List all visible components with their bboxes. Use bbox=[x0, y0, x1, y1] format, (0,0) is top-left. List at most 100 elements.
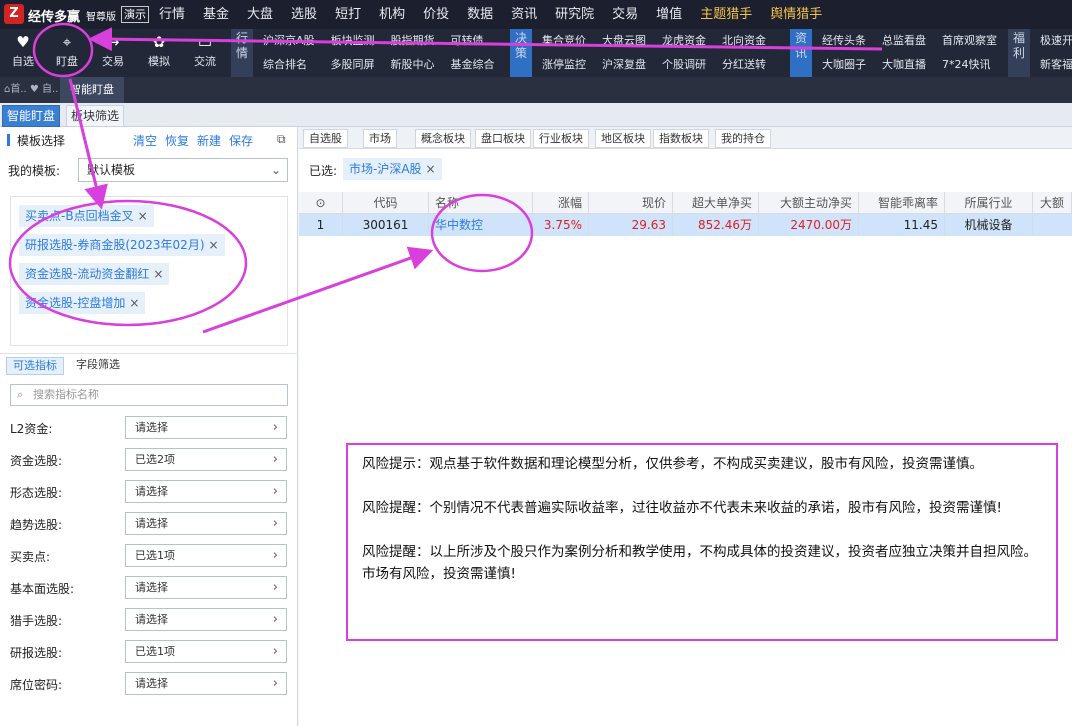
column-header-0[interactable]: ⊙ bbox=[299, 192, 343, 214]
indicator-tag[interactable]: 研报选股-券商金股(2023年02月) × bbox=[19, 234, 225, 256]
toolbar-link-1-4[interactable]: 龙虎资金 bbox=[654, 29, 714, 53]
close-icon[interactable]: × bbox=[153, 267, 163, 281]
menu-item-10[interactable]: 交易 bbox=[603, 0, 647, 29]
filter-select[interactable]: 已选2项 › bbox=[125, 448, 287, 471]
close-icon[interactable]: × bbox=[426, 162, 436, 176]
filter-select[interactable]: 请选择 › bbox=[125, 576, 287, 599]
menu-item-9[interactable]: 研究院 bbox=[546, 0, 603, 29]
category-tab-5[interactable]: 地区板块 bbox=[595, 129, 651, 148]
filter-select[interactable]: 已选1项 › bbox=[125, 640, 287, 663]
menu-item-0[interactable]: 行情 bbox=[150, 0, 194, 29]
column-header-4[interactable]: 现价 bbox=[589, 192, 673, 214]
category-tab-3[interactable]: 盘口板块 bbox=[475, 129, 531, 148]
close-icon[interactable]: × bbox=[129, 296, 139, 310]
menu-item-8[interactable]: 资讯 bbox=[502, 0, 546, 29]
indicator-tag[interactable]: 资金选股-控盘增加 × bbox=[19, 292, 146, 314]
toolbar-link-2-0[interactable]: 经传头条 bbox=[814, 29, 874, 53]
new-button[interactable]: 新建 bbox=[197, 134, 221, 148]
tab-sector-filter[interactable]: 板块筛选 bbox=[66, 105, 125, 127]
category-tab-7[interactable]: 我的持仓 bbox=[715, 129, 771, 148]
column-header-9[interactable]: 大额 bbox=[1033, 192, 1072, 214]
category-tab-4[interactable]: 行业板块 bbox=[533, 129, 589, 148]
chart-icon: ⌖ bbox=[62, 33, 72, 51]
indicator-tag[interactable]: 买卖点-B点回档金叉 × bbox=[19, 205, 154, 227]
toolbar-link-1-7[interactable]: 分红送转 bbox=[714, 53, 774, 77]
menu-item-13[interactable]: 舆情猎手 bbox=[761, 0, 831, 29]
column-header-8[interactable]: 所属行业 bbox=[945, 192, 1033, 214]
toolbar-button-2[interactable]: ↔ 交易 bbox=[94, 31, 132, 69]
category-tab-2[interactable]: 概念板块 bbox=[415, 129, 471, 148]
menu-item-12[interactable]: 主题猎手 bbox=[691, 0, 761, 29]
filter-row: 席位密码: 请选择 › bbox=[0, 672, 298, 696]
indicator-tag[interactable]: 资金选股-流动资金翻红 × bbox=[19, 263, 170, 285]
my-template-select[interactable]: 默认模板 ⌄ bbox=[78, 158, 288, 182]
filter-select[interactable]: 请选择 › bbox=[125, 416, 287, 439]
tab-available-indicators[interactable]: 可选指标 bbox=[6, 357, 64, 375]
toolbar-link-0-6[interactable]: 可转债 bbox=[443, 29, 503, 53]
tab-field-filter[interactable]: 字段筛选 bbox=[70, 357, 126, 375]
menu-item-2[interactable]: 大盘 bbox=[238, 0, 282, 29]
menu-item-3[interactable]: 选股 bbox=[282, 0, 326, 29]
toolbar-link-1-0[interactable]: 集合竞价 bbox=[534, 29, 594, 53]
toolbar-link-2-1[interactable]: 大咖圈子 bbox=[814, 53, 874, 77]
category-tab-6[interactable]: 指数板块 bbox=[653, 129, 709, 148]
toolbar-button-1[interactable]: ⌖ 盯盘 bbox=[48, 31, 86, 69]
column-header-1[interactable]: 代码 bbox=[343, 192, 429, 214]
menu-item-4[interactable]: 短打 bbox=[326, 0, 370, 29]
toolbar-link-2-5[interactable]: 7*24快讯 bbox=[934, 53, 1005, 77]
toolbar-link-1-3[interactable]: 沪深复盘 bbox=[594, 53, 654, 77]
menu-item-5[interactable]: 机构 bbox=[370, 0, 414, 29]
menu-item-7[interactable]: 数据 bbox=[458, 0, 502, 29]
tag-text: 资金选股-流动资金翻红 bbox=[25, 267, 150, 281]
category-tab-0[interactable]: 自选股 bbox=[303, 129, 348, 148]
toolbar-button-4[interactable]: ▭ 交流 bbox=[186, 31, 224, 69]
toolbar-button-0[interactable]: ♥ 自选 bbox=[4, 31, 42, 69]
clear-button[interactable]: 清空 bbox=[133, 134, 157, 148]
tab-smart-watch[interactable]: 智能盯盘 bbox=[2, 105, 61, 127]
filter-select[interactable]: 请选择 › bbox=[125, 480, 287, 503]
toolbar-link-3-0[interactable]: 极速开户 bbox=[1032, 29, 1072, 53]
toolbar-link-0-0[interactable]: 沪深京A股 bbox=[255, 29, 323, 53]
toolbar-link-0-3[interactable]: 多股同屏 bbox=[323, 53, 383, 77]
save-button[interactable]: 保存 bbox=[229, 134, 253, 148]
indicator-search-input[interactable]: ⌕ 搜索指标名称 bbox=[10, 384, 288, 406]
selected-market-chip[interactable]: 市场-沪深A股 × bbox=[343, 158, 442, 180]
toolbar-link-0-7[interactable]: 基金综合 bbox=[443, 53, 503, 77]
toolbar-link-2-4[interactable]: 首席观察室 bbox=[934, 29, 1005, 53]
toolbar-link-0-2[interactable]: 板块监测 bbox=[323, 29, 383, 53]
toolbar-link-0-4[interactable]: 股指期货 bbox=[383, 29, 443, 53]
toolbar-button-3[interactable]: ✿ 模拟 bbox=[140, 31, 178, 69]
toolbar-link-1-5[interactable]: 个股调研 bbox=[654, 53, 714, 77]
category-tab-1[interactable]: 市场 bbox=[363, 129, 397, 148]
menu-item-1[interactable]: 基金 bbox=[194, 0, 238, 29]
cell-name[interactable]: 华中数控 bbox=[429, 214, 533, 236]
close-icon[interactable]: × bbox=[138, 209, 148, 223]
column-header-6[interactable]: 大额主动净买 bbox=[759, 192, 859, 214]
toolbar-link-1-1[interactable]: 涨停监控 bbox=[534, 53, 594, 77]
filter-select[interactable]: 请选择 › bbox=[125, 608, 287, 631]
toolbar-link-2-3[interactable]: 大咖直播 bbox=[874, 53, 934, 77]
column-header-3[interactable]: 涨幅 bbox=[533, 192, 589, 214]
column-header-7[interactable]: 智能乖离率 bbox=[859, 192, 945, 214]
column-header-2[interactable]: 名称 bbox=[429, 192, 533, 214]
filter-select[interactable]: 请选择 › bbox=[125, 672, 287, 695]
menu-item-6[interactable]: 价投 bbox=[414, 0, 458, 29]
filter-select[interactable]: 已选1项 › bbox=[125, 544, 287, 567]
toolbar-link-2-2[interactable]: 总监看盘 bbox=[874, 29, 934, 53]
restore-button[interactable]: 恢复 bbox=[165, 134, 189, 148]
quick-tab-smart-watch[interactable]: 智能盯盘 bbox=[60, 77, 124, 103]
menu-item-11[interactable]: 增值 bbox=[647, 0, 691, 29]
quick-tab-bar: ⌂首.. ♥ 自.. 智能盯盘 bbox=[0, 77, 1072, 103]
quick-home-tab[interactable]: ⌂首.. ♥ 自.. bbox=[4, 77, 58, 103]
filter-select[interactable]: 请选择 › bbox=[125, 512, 287, 535]
toolbar-link-3-1[interactable]: 新客福利 bbox=[1032, 53, 1072, 77]
table-row[interactable]: 1 300161 华中数控 3.75% 29.63 852.46万 2470.00万 11.4… bbox=[299, 214, 1072, 236]
toolbar-link-0-1[interactable]: 综合排名 bbox=[255, 53, 323, 77]
toolbar-link-1-6[interactable]: 北向资金 bbox=[714, 29, 774, 53]
column-header-5[interactable]: 超大单净买 bbox=[673, 192, 759, 214]
toolbar-link-1-2[interactable]: 大盘云图 bbox=[594, 29, 654, 53]
cell-industry: 机械设备 bbox=[945, 214, 1033, 236]
toolbar-link-0-5[interactable]: 新股中心 bbox=[383, 53, 443, 77]
close-icon[interactable]: × bbox=[209, 238, 219, 252]
copy-icon[interactable]: ⧉ bbox=[277, 132, 286, 147]
